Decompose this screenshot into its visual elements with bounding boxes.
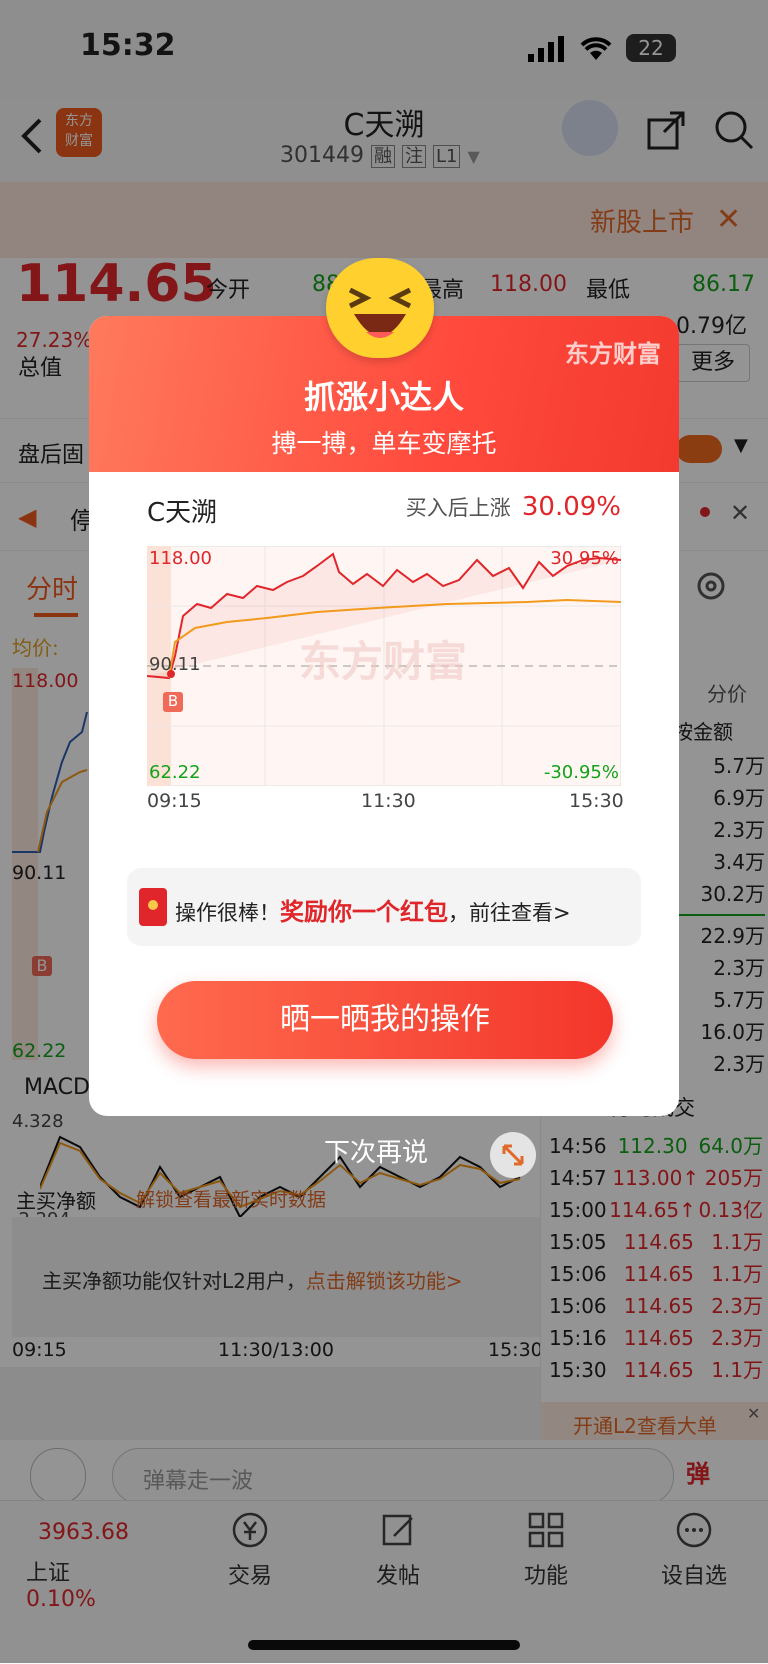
popup-chart-svg: 东方财富 — [146, 545, 622, 787]
chart-x-mid: 11:30 — [361, 790, 416, 812]
popup-watermark: 东方财富 — [299, 638, 467, 685]
later-link[interactable]: 下次再说 — [324, 1132, 428, 1169]
reward-pre: 操作很棒！ — [175, 901, 280, 925]
share-operation-button[interactable]: 晒一晒我的操作 — [157, 981, 613, 1059]
chart-mid-price: 90.11 — [149, 654, 201, 675]
chart-x-end: 15:30 — [569, 790, 624, 812]
popup-chart: 东方财富 118.00 30.95% 90.11 B 62.22 -30.95% — [146, 545, 622, 787]
chart-bottom-pct: -30.95% — [543, 762, 619, 783]
fullscreen-icon[interactable] — [490, 1132, 536, 1178]
red-envelope-icon — [139, 888, 167, 926]
chart-bottom-price: 62.22 — [149, 762, 201, 783]
gain-label: 买入后上涨 — [405, 496, 511, 520]
popup-title: 抓涨小达人 — [303, 378, 464, 416]
popup-brand: 东方财富 — [565, 340, 661, 368]
chart-x-start: 09:15 — [147, 790, 202, 812]
chart-top-pct: 30.95% — [550, 548, 619, 569]
chart-top-price: 118.00 — [149, 548, 212, 569]
laughing-emoji-icon — [326, 258, 434, 358]
reward-banner[interactable]: 操作很棒！奖励你一个红包，前往查看> — [127, 868, 641, 946]
popup-stock-name: C天溯 — [147, 498, 218, 528]
achievement-popup: 东方财富 抓涨小达人 搏一搏，单车变摩托 C天溯 买入后上涨 30.09% 东方… — [89, 316, 679, 1116]
chart-buy-marker: B — [163, 692, 183, 712]
popup-subtitle: 搏一搏，单车变摩托 — [271, 429, 497, 458]
reward-main: 奖励你一个红包 — [280, 898, 448, 926]
reward-post: ，前往查看> — [448, 901, 571, 925]
gain-value: 30.09% — [521, 492, 621, 522]
